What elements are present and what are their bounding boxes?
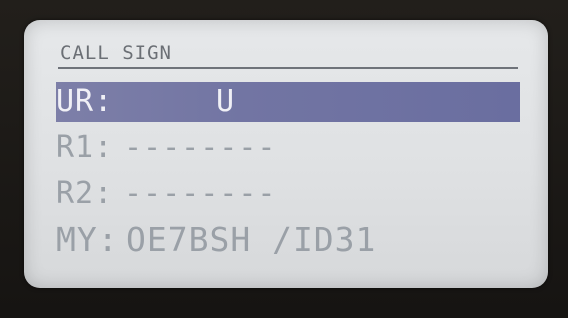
lcd-display: CALL SIGN UR: U R1: -------- R2: -------- M… <box>24 20 548 288</box>
screen-title: CALL SIGN <box>60 42 172 64</box>
title-divider <box>58 67 518 69</box>
my-call-sign-row[interactable]: MY: OE7BSH /ID31 <box>56 220 520 260</box>
r2-value: -------- <box>124 176 277 211</box>
r1-call-sign-row[interactable]: R1: -------- <box>56 128 520 168</box>
ur-label: UR: <box>56 84 114 119</box>
r2-call-sign-row[interactable]: R2: -------- <box>56 174 520 214</box>
my-label: MY: <box>56 220 119 259</box>
r1-label: R1: <box>56 130 114 165</box>
radio-bezel: CALL SIGN UR: U R1: -------- R2: -------- M… <box>0 0 568 318</box>
r2-label: R2: <box>56 176 114 211</box>
r1-value: -------- <box>124 130 277 165</box>
ur-value: U <box>216 84 236 119</box>
ur-call-sign-row[interactable]: UR: U <box>56 82 520 122</box>
my-value: OE7BSH /ID31 <box>126 220 377 259</box>
